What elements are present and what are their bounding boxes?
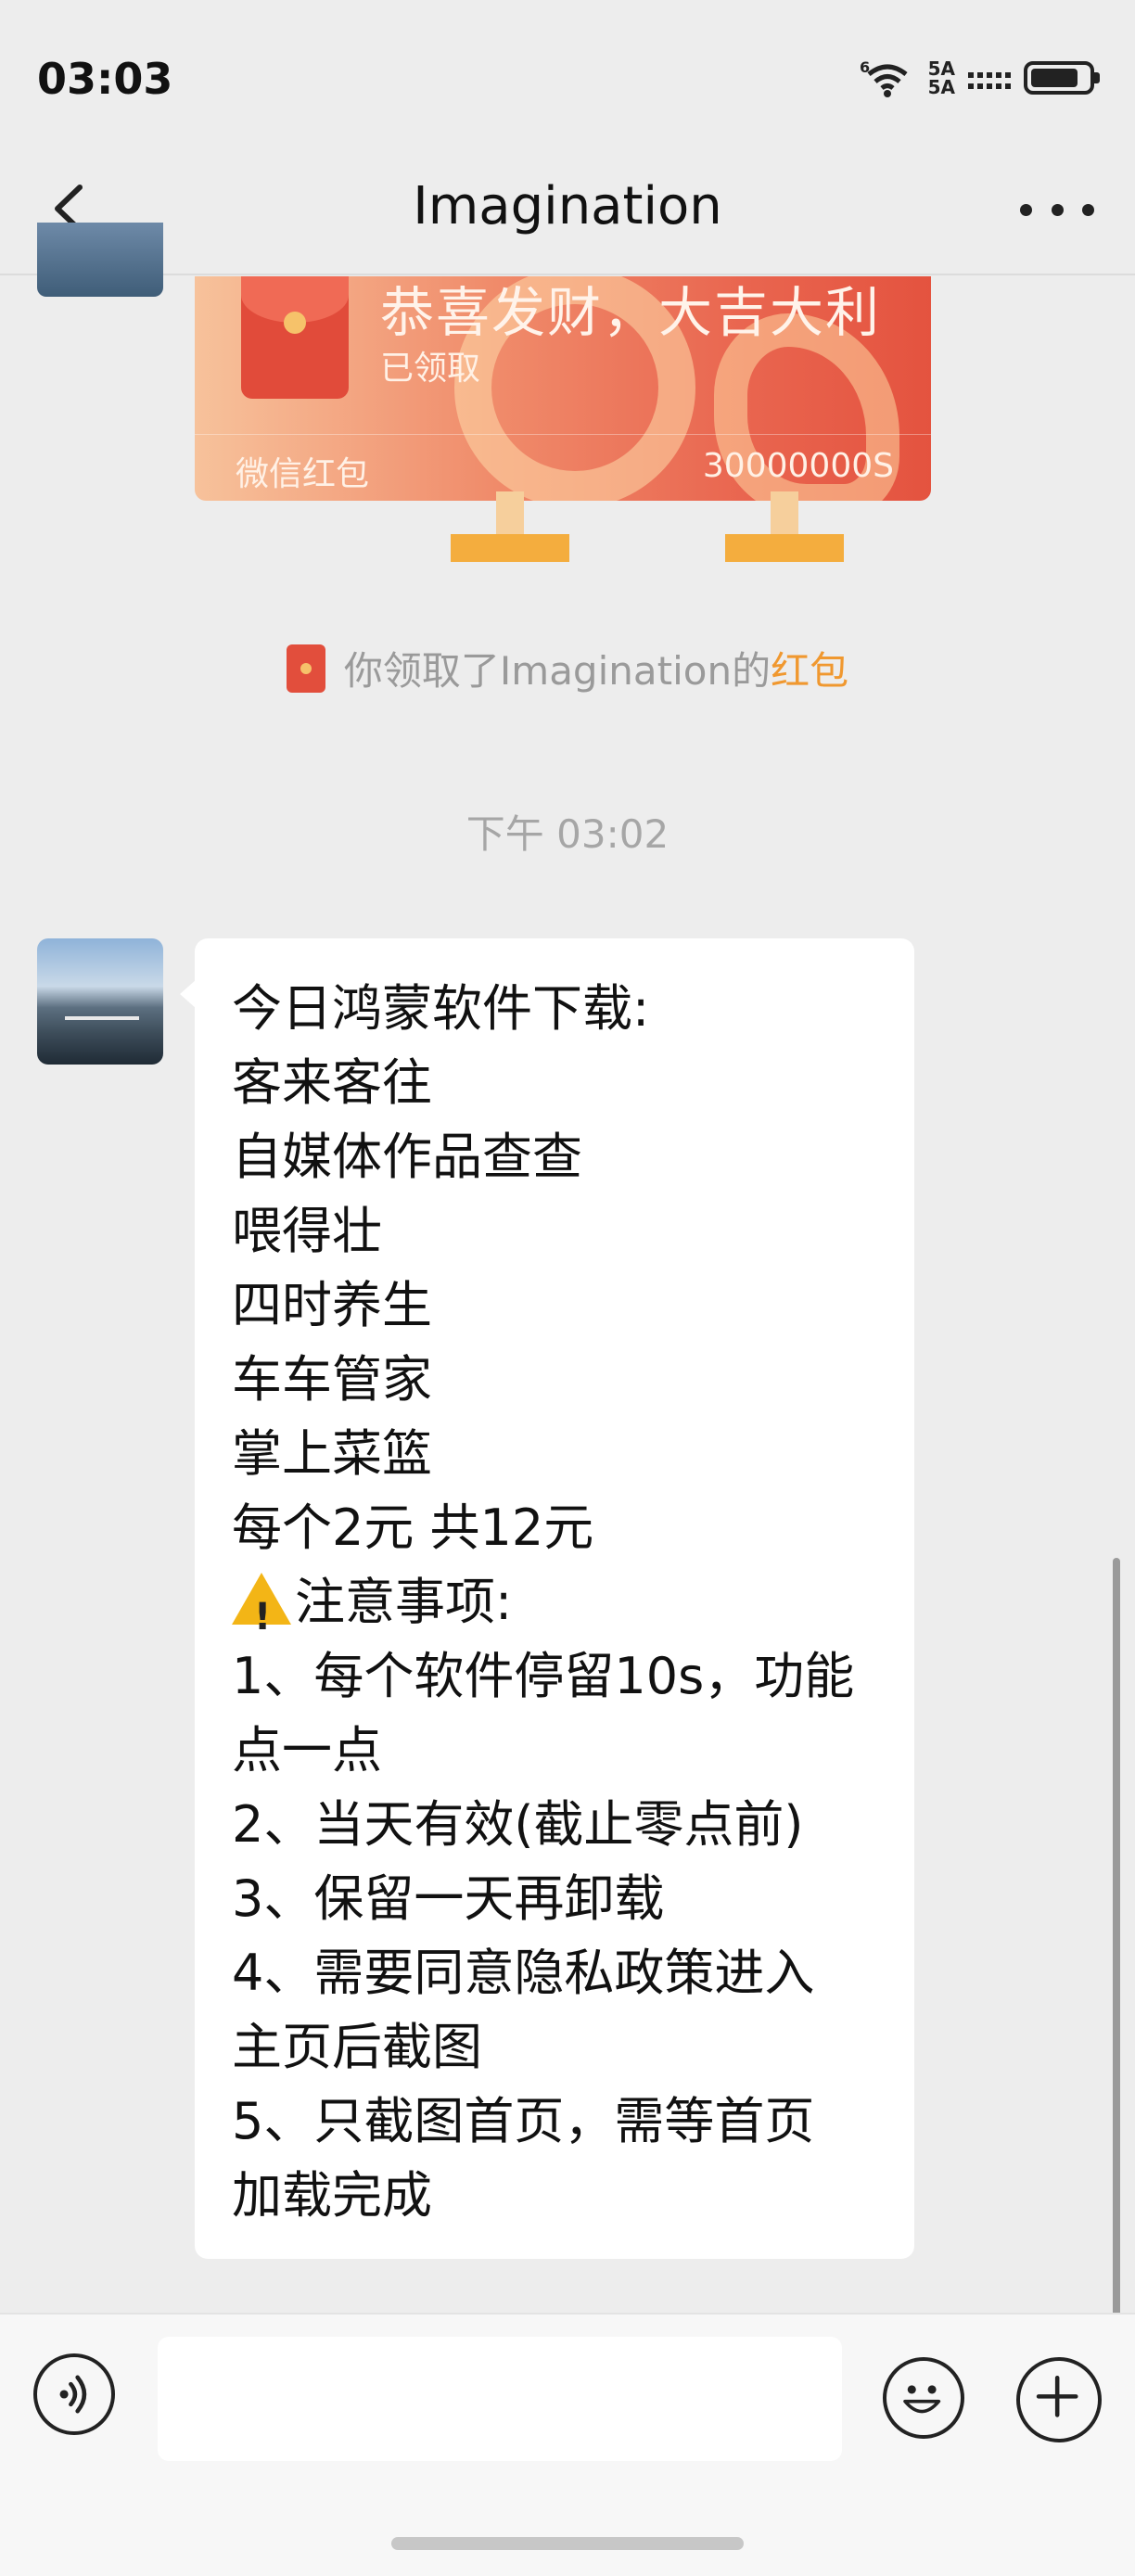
voice-icon[interactable] (33, 2353, 115, 2435)
message-line: 自媒体作品查查 (232, 1128, 582, 1186)
message-line: 主页后截图 (232, 2018, 482, 2076)
message-line: 车车管家 (232, 1350, 432, 1409)
message-line: 掌上菜篮 (232, 1424, 432, 1483)
signal-labels: 5A 5A (928, 59, 955, 96)
red-packet-card[interactable]: 恭喜发财，大吉大利 已领取 微信红包 30000000S (195, 276, 931, 501)
avatar[interactable] (37, 938, 163, 1065)
message-line: 每个2元 共12元 (232, 1498, 594, 1557)
more-dots-icon[interactable] (1020, 182, 1094, 237)
status-time: 03:03 (37, 54, 173, 104)
notice-text-wrap: 你领取了Imagination的红包 (344, 640, 848, 696)
message-line: 加载完成 (232, 2166, 432, 2225)
envelope-seal (284, 312, 306, 334)
message-line: 5、只截图首页，需等首页 (232, 2092, 815, 2150)
red-packet-icon (286, 644, 325, 693)
warning-icon (232, 1573, 291, 1654)
red-packet-status: 已领取 (380, 350, 481, 388)
decoration (725, 534, 844, 562)
notice-text: 你领取了Imagination的 (343, 648, 772, 694)
decoration (771, 491, 798, 536)
status-icons: 6 5A 5A (860, 57, 1100, 98)
wifi-icon: 6 (860, 58, 908, 97)
chat-title: Imagination (413, 176, 722, 236)
message-bubble[interactable]: 今日鸿蒙软件下载: 客来客往 自媒体作品查查 喂得壮 四时养生 车车管家 掌上菜… (180, 938, 914, 2259)
message-line: 4、需要同意隐私政策进入 (232, 1944, 815, 2002)
message-line: 四时养生 (232, 1276, 432, 1334)
scrollbar[interactable] (1113, 1558, 1120, 2318)
system-notice: 你领取了Imagination的红包 (0, 640, 1135, 696)
message-line-warning: 注意事项: (232, 1565, 877, 1654)
message-timestamp: 下午 03:02 (465, 811, 670, 857)
signal-bars-icon (968, 72, 1011, 89)
red-packet-link[interactable]: 红包 (771, 648, 848, 694)
home-indicator[interactable] (391, 2537, 744, 2550)
battery-icon (1024, 61, 1100, 95)
message-line: 点一点 (232, 1721, 382, 1779)
message-line: 1、每个软件停留10s，功能 (232, 1647, 855, 1705)
emoji-icon[interactable] (883, 2357, 964, 2439)
decoration (496, 491, 524, 536)
message-line: 2、当天有效(截止零点前) (232, 1795, 804, 1854)
red-packet-title: 恭喜发财，大吉大利 (380, 281, 882, 344)
plus-icon[interactable] (1016, 2357, 1102, 2442)
signal-label-1: 5A (927, 57, 955, 80)
message-line: 喂得壮 (232, 1202, 382, 1260)
nav-divider (0, 274, 1135, 275)
battery-level (1031, 69, 1078, 87)
red-packet-amount: 30000000S (702, 447, 894, 485)
message-input[interactable] (158, 2337, 842, 2461)
signal-label-2: 5A (927, 76, 955, 98)
message-line: 3、保留一天再卸载 (232, 1869, 665, 1928)
avatar[interactable] (37, 223, 163, 297)
red-packet-label: 微信红包 (236, 455, 370, 493)
warning-text: 注意事项: (295, 1573, 513, 1631)
divider (195, 434, 931, 435)
message-line: 今日鸿蒙软件下载: (232, 979, 650, 1038)
decoration (451, 534, 569, 562)
message-line: 客来客往 (232, 1053, 432, 1112)
